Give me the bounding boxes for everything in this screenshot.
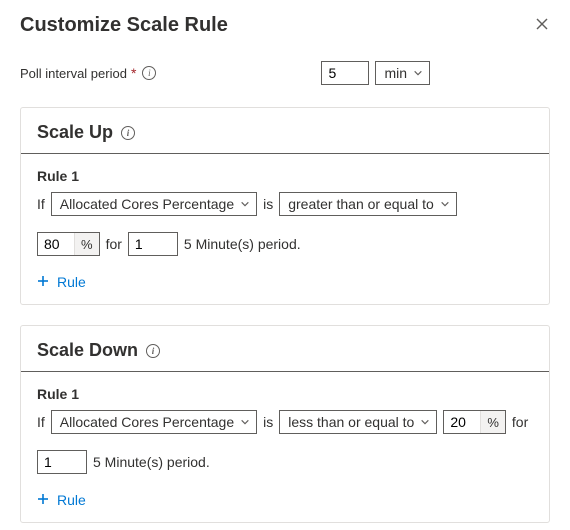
if-text: If [37, 196, 45, 212]
for-text: for [106, 236, 122, 252]
if-text: If [37, 414, 45, 430]
is-text: is [263, 196, 273, 212]
percent-suffix: % [74, 233, 99, 255]
for-text: for [512, 414, 528, 430]
scale-up-header: Scale Up i [21, 108, 549, 154]
chevron-down-icon [240, 196, 250, 212]
period-text: 5 Minute(s) period. [93, 454, 210, 470]
chevron-down-icon [240, 414, 250, 430]
add-rule-label: Rule [57, 492, 86, 508]
operator-value: greater than or equal to [288, 196, 434, 212]
info-icon[interactable]: i [146, 344, 160, 358]
operator-value: less than or equal to [288, 414, 414, 430]
scale-down-rule-body: If Allocated Cores Percentage is less th… [21, 410, 549, 482]
operator-select[interactable]: greater than or equal to [279, 192, 457, 216]
scale-up-title: Scale Up [37, 122, 113, 143]
period-text: 5 Minute(s) period. [184, 236, 301, 252]
metric-select[interactable]: Allocated Cores Percentage [51, 410, 257, 434]
chevron-down-icon [440, 196, 450, 212]
duration-input[interactable] [37, 450, 87, 474]
customize-scale-rule-panel: Customize Scale Rule Poll interval perio… [0, 0, 570, 523]
required-marker: * [131, 65, 136, 81]
page-title: Customize Scale Rule [20, 14, 228, 37]
duration-input[interactable] [128, 232, 178, 256]
scale-down-card: Scale Down i Rule 1 If Allocated Cores P… [20, 325, 550, 523]
poll-interval-row: Poll interval period * i min [20, 61, 550, 85]
line-break [37, 222, 533, 226]
metric-value: Allocated Cores Percentage [60, 414, 234, 430]
plus-icon [37, 492, 57, 508]
poll-interval-unit-value: min [384, 65, 407, 81]
operator-select[interactable]: less than or equal to [279, 410, 437, 434]
poll-controls: min [321, 61, 430, 85]
scale-down-title: Scale Down [37, 340, 138, 361]
threshold-input-wrapper: % [443, 410, 506, 434]
metric-select[interactable]: Allocated Cores Percentage [51, 192, 257, 216]
percent-suffix: % [480, 411, 505, 433]
info-icon[interactable]: i [121, 126, 135, 140]
is-text: is [263, 414, 273, 430]
poll-interval-unit-select[interactable]: min [375, 61, 430, 85]
add-rule-label: Rule [57, 274, 86, 290]
chevron-down-icon [420, 414, 430, 430]
threshold-input-wrapper: % [37, 232, 100, 256]
metric-value: Allocated Cores Percentage [60, 196, 234, 212]
threshold-input[interactable] [38, 233, 74, 255]
line-break [37, 440, 533, 444]
close-icon [536, 18, 548, 33]
poll-interval-input[interactable] [321, 61, 369, 85]
poll-interval-label: Poll interval period [20, 66, 127, 81]
info-icon[interactable]: i [142, 66, 156, 80]
scale-down-rule-label: Rule 1 [21, 372, 549, 410]
scale-up-card: Scale Up i Rule 1 If Allocated Cores Per… [20, 107, 550, 305]
add-rule-button[interactable]: Rule [21, 482, 549, 522]
close-button[interactable] [534, 18, 550, 34]
scale-up-rule-body: If Allocated Cores Percentage is greater… [21, 192, 549, 264]
header: Customize Scale Rule [20, 14, 550, 37]
chevron-down-icon [413, 65, 423, 81]
add-rule-button[interactable]: Rule [21, 264, 549, 304]
scale-up-rule-label: Rule 1 [21, 154, 549, 192]
scale-down-header: Scale Down i [21, 326, 549, 372]
plus-icon [37, 274, 57, 290]
threshold-input[interactable] [444, 411, 480, 433]
